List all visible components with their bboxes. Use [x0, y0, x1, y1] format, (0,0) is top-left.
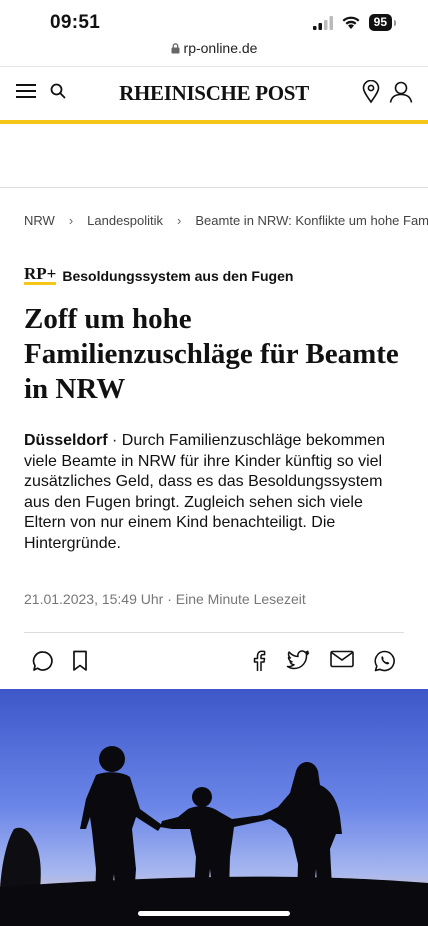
status-time: 09:51	[50, 12, 101, 33]
location-pin-icon	[362, 79, 380, 104]
lock-icon	[171, 43, 180, 54]
status-bar: 09:51 95	[0, 0, 428, 42]
account-button[interactable]	[389, 81, 413, 108]
hero-image	[0, 689, 428, 926]
divider	[24, 632, 404, 633]
bookmark-icon[interactable]	[72, 650, 88, 672]
ad-placeholder	[0, 124, 428, 188]
article-meta: 21.01.2023, 15:49 Uhr · Eine Minute Lese…	[24, 591, 306, 607]
wifi-icon	[342, 16, 360, 29]
battery-nub	[394, 19, 396, 26]
address-bar[interactable]: rp-online.de	[0, 40, 428, 56]
chevron-right-icon: ›	[177, 213, 182, 228]
breadcrumb-bar: NRW › Landespolitik › Beamte in NRW: Kon…	[0, 188, 428, 250]
email-icon[interactable]	[330, 650, 354, 668]
battery-indicator: 95	[368, 14, 392, 31]
rp-plus-badge: RP+	[24, 264, 57, 285]
whatsapp-icon[interactable]	[374, 650, 396, 672]
lede-text: · Durch Familienzuschläge bekommen viele…	[24, 432, 386, 552]
signal-icon	[312, 15, 333, 30]
kicker-text: Besoldungssystem aus den Fugen	[62, 267, 294, 284]
comment-icon[interactable]	[32, 650, 54, 672]
article-headline: Zoff um hohe Familienzuschläge für Beamt…	[24, 303, 399, 405]
status-icons: 95	[312, 14, 396, 31]
chevron-right-icon: ›	[68, 213, 74, 228]
share-toolbar	[24, 648, 404, 676]
location-button[interactable]	[362, 79, 380, 109]
facebook-icon[interactable]	[252, 650, 266, 672]
user-icon	[389, 81, 413, 103]
home-indicator[interactable]	[138, 911, 290, 916]
breadcrumb-item-current: Beamte in NRW: Konflikte um hohe Famil	[195, 213, 428, 228]
dateline: Düsseldorf	[24, 432, 108, 449]
breadcrumb-item-landespolitik[interactable]: Landespolitik	[87, 213, 163, 228]
breadcrumb-item-nrw[interactable]: NRW	[24, 213, 55, 228]
site-header: RHEINISCHE POST	[0, 66, 428, 120]
family-silhouette-image	[0, 689, 428, 926]
article-lede: Düsseldorf · Durch Familienzuschläge bek…	[24, 431, 409, 554]
article-kicker: RP+ Besoldungssystem aus den Fugen	[24, 264, 294, 285]
twitter-icon[interactable]	[286, 650, 310, 670]
breadcrumb: NRW › Landespolitik › Beamte in NRW: Kon…	[24, 213, 428, 228]
url-text: rp-online.de	[183, 40, 258, 56]
